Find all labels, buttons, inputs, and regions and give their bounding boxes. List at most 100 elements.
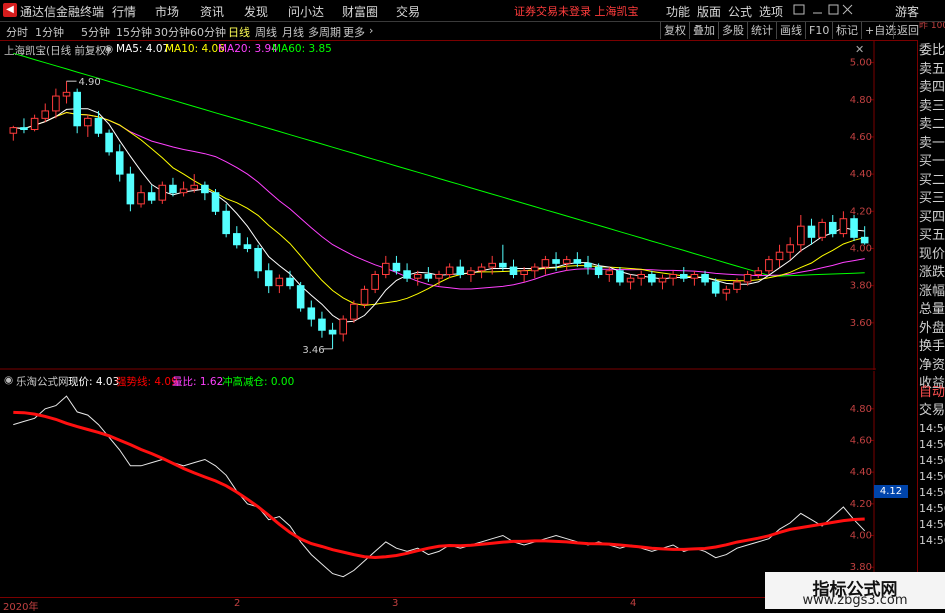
- candle-body: [743, 273, 752, 283]
- candle: [754, 267, 763, 279]
- candle: [30, 114, 39, 132]
- period-30min[interactable]: 30分钟: [154, 24, 190, 40]
- tab-trade[interactable]: 交易: [919, 402, 945, 420]
- candle-body: [137, 192, 145, 205]
- candle: [328, 322, 337, 349]
- period-5min[interactable]: 5分钟: [81, 24, 110, 40]
- candle-body: [520, 270, 528, 275]
- draw-line-button[interactable]: 画线: [776, 22, 805, 39]
- quote-field-label: 买三: [919, 191, 945, 206]
- candle: [371, 270, 379, 294]
- candle-body: [690, 273, 699, 279]
- mark-button[interactable]: 标记: [832, 22, 861, 39]
- candle-body: [594, 266, 603, 275]
- y-tick-label: 5.00: [850, 58, 872, 69]
- menu-item-wealth[interactable]: 财富圈: [342, 3, 378, 20]
- candle: [296, 281, 305, 312]
- candle: [201, 181, 209, 201]
- candle: [243, 237, 252, 253]
- indicator-toggle-icon[interactable]: ◉: [4, 374, 13, 386]
- tab-auto[interactable]: 自动: [919, 384, 945, 402]
- menu-options[interactable]: 选项: [759, 3, 783, 20]
- candle: [509, 259, 518, 279]
- period-daily[interactable]: 日线: [228, 24, 250, 40]
- candle: [584, 255, 592, 275]
- close-panel-icon[interactable]: ✕: [855, 43, 864, 56]
- candle-body: [41, 110, 50, 119]
- candlestick-chart[interactable]: 5.00 4.80 4.60 4.40 4.20 4.00 3.80 3.60 4.90 3.46: [0, 40, 876, 370]
- menu-item-trade[interactable]: 交易: [396, 3, 420, 20]
- menu-formula[interactable]: 公式: [728, 3, 752, 20]
- candle: [499, 244, 507, 271]
- period-multi[interactable]: 多周期: [308, 24, 341, 40]
- candle-body: [73, 91, 81, 127]
- menu-item-quotes[interactable]: 行情: [112, 3, 136, 20]
- quote-field-label: 卖三: [919, 98, 945, 114]
- candle-body: [413, 273, 422, 279]
- candle-body: [626, 277, 635, 283]
- indicator-chart[interactable]: 4.804.604.404.204.003.80: [0, 371, 876, 597]
- app-logo-icon: ◀: [3, 3, 17, 17]
- period-more[interactable]: 更多: [343, 24, 365, 40]
- menu-item-ask[interactable]: 问小达: [288, 3, 324, 20]
- candle: [318, 311, 326, 338]
- chevron-right-icon[interactable]: ›: [369, 24, 373, 37]
- candle-body: [126, 173, 135, 205]
- candle: [222, 203, 230, 238]
- tick-time: 14:56: [919, 486, 945, 499]
- candle-body: [658, 277, 667, 283]
- candle: [275, 274, 284, 294]
- candle-body: [62, 91, 71, 97]
- indicator-reduce: 冲高减仓: 0.00: [222, 376, 295, 388]
- statistics-button[interactable]: 统计: [747, 22, 776, 39]
- candle: [818, 218, 826, 242]
- quote-field-label: 涨幅: [919, 283, 945, 299]
- candle: [807, 218, 816, 245]
- candle: [52, 88, 60, 119]
- window-buttons-icon[interactable]: [793, 3, 853, 17]
- menu-item-market[interactable]: 市场: [155, 3, 179, 20]
- period-monthly[interactable]: 月线: [282, 24, 304, 40]
- multi-stock-button[interactable]: 多股: [718, 22, 747, 39]
- candle-body: [435, 273, 443, 279]
- candle-body: [722, 288, 731, 294]
- candle: [62, 81, 71, 104]
- candle-body: [350, 303, 358, 320]
- menu-item-discover[interactable]: 发现: [244, 3, 268, 20]
- candle: [41, 103, 50, 123]
- period-15min[interactable]: 15分钟: [116, 24, 152, 40]
- candle: [179, 181, 188, 197]
- menu-item-news[interactable]: 资讯: [200, 3, 224, 20]
- candle-body: [84, 117, 92, 127]
- candle: [722, 285, 731, 301]
- f10-button[interactable]: F10: [805, 22, 832, 39]
- app-title: 通达信金融终端: [20, 5, 105, 19]
- candle-body: [307, 307, 316, 320]
- adjust-button[interactable]: 复权: [660, 22, 689, 39]
- back-button[interactable]: 返回: [893, 22, 922, 39]
- guest-label[interactable]: 游客: [895, 3, 919, 20]
- menu-layout[interactable]: 版面: [697, 3, 721, 20]
- tick-time: 14:56: [919, 454, 945, 467]
- quote-field-label: 涨跌: [919, 265, 945, 280]
- candle-body: [286, 277, 294, 287]
- candle: [350, 300, 358, 323]
- candle-body: [775, 251, 784, 261]
- period-weekly[interactable]: 周线: [255, 24, 277, 40]
- indicator-volume-ratio: 量比: 1.62: [172, 376, 224, 388]
- candle: [637, 270, 645, 286]
- period-60min[interactable]: 60分钟: [190, 24, 226, 40]
- period-intraday[interactable]: 分时: [6, 24, 28, 40]
- quote-field-label: 卖二: [919, 117, 945, 132]
- tick-time: 14:56: [919, 438, 945, 451]
- period-1min[interactable]: 1分钟: [35, 24, 64, 40]
- date-label-feb: 2: [234, 598, 241, 609]
- legend-toggle-icon[interactable]: ◉: [104, 43, 113, 55]
- menu-function[interactable]: 功能: [666, 3, 690, 20]
- candle-body: [467, 270, 475, 275]
- login-warning[interactable]: 证券交易未登录 上海凯宝: [514, 3, 639, 19]
- overlay-button[interactable]: 叠加: [689, 22, 718, 39]
- candle-body: [254, 247, 262, 272]
- candle-body: [52, 95, 60, 112]
- quote-field-label: 卖四: [919, 80, 945, 95]
